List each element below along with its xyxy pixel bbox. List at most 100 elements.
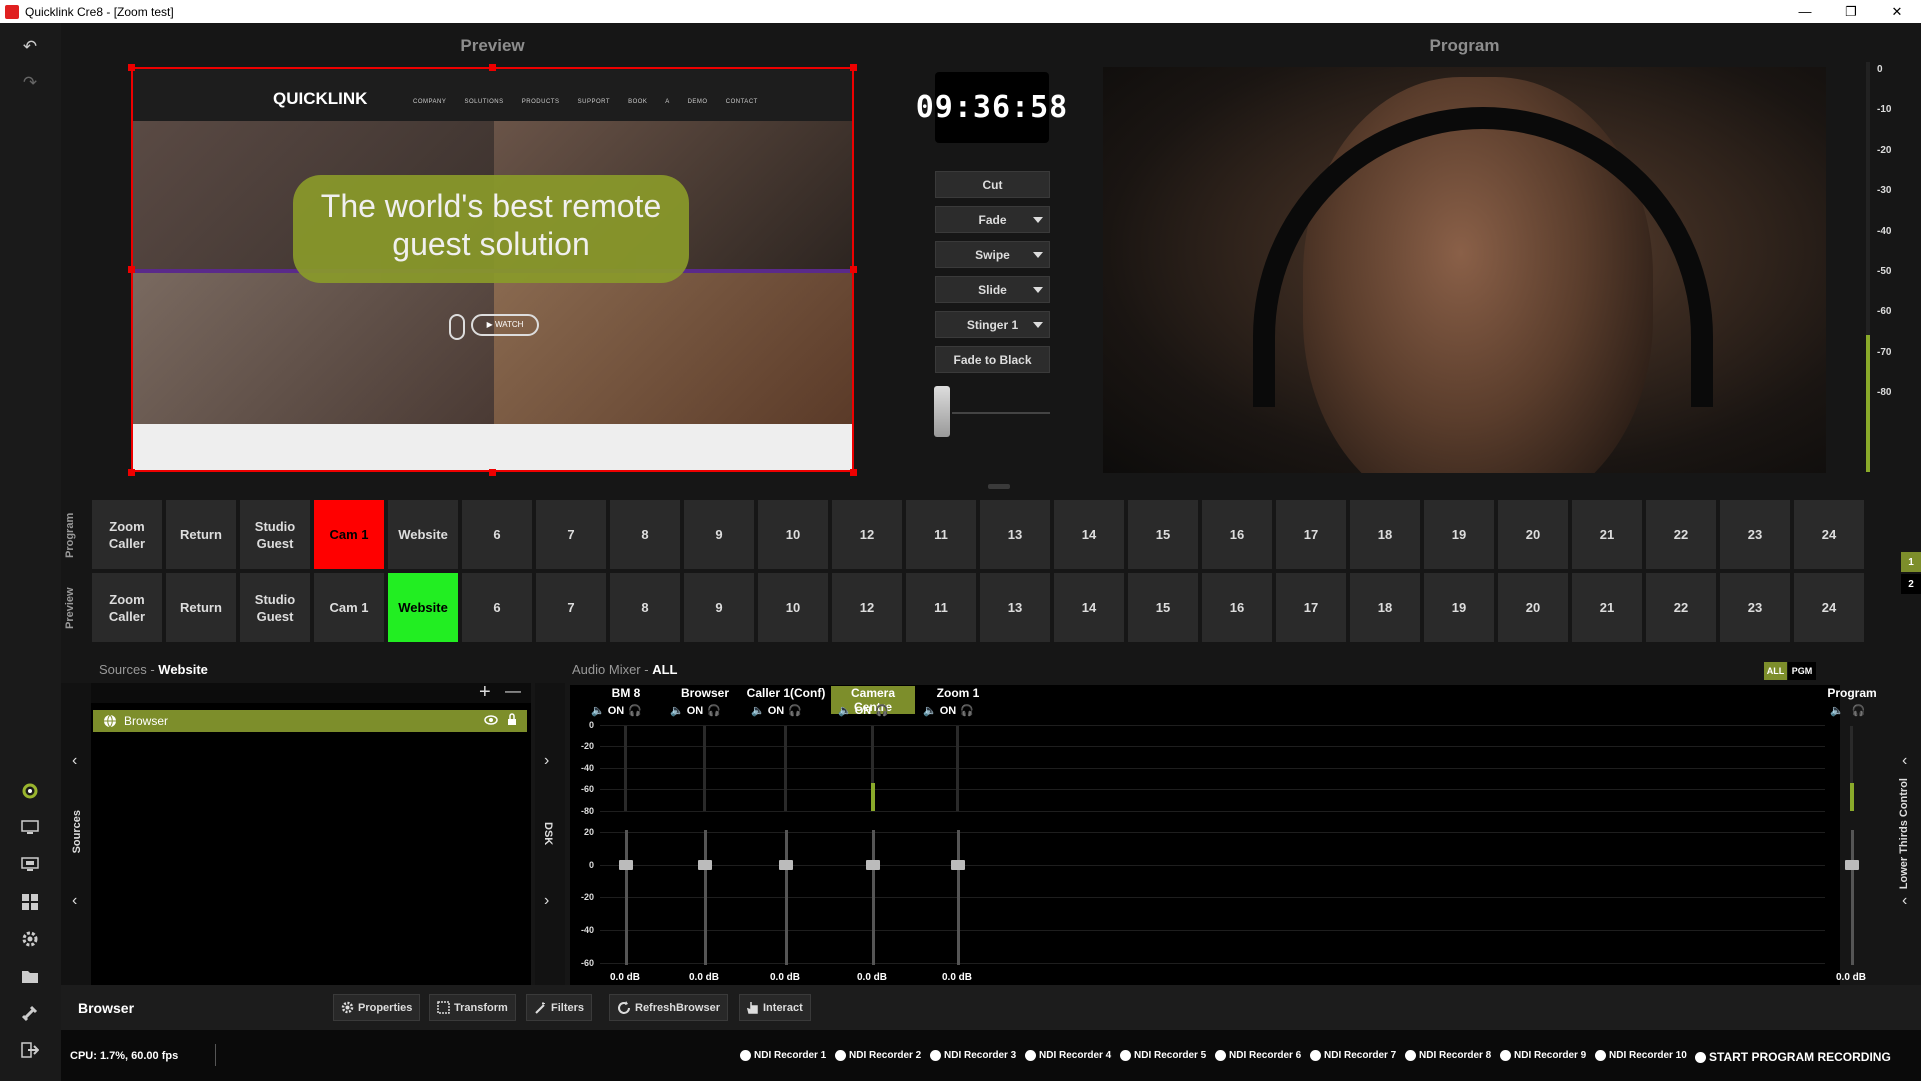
redo-icon[interactable]: ↷ — [18, 71, 42, 95]
source-item[interactable]: Browser — [93, 710, 527, 732]
headphones-icon[interactable]: 🎧 — [788, 705, 802, 717]
program-source-button[interactable]: 13 — [980, 500, 1050, 569]
program-source-button[interactable]: 16 — [1202, 500, 1272, 569]
quicklink-icon[interactable] — [18, 779, 42, 803]
resize-handle[interactable] — [128, 266, 135, 273]
maximize-button[interactable]: ❐ — [1828, 0, 1874, 23]
preview-source-button[interactable]: 10 — [758, 573, 828, 642]
preview-source-button[interactable]: Return — [166, 573, 236, 642]
volume-fader-knob[interactable] — [619, 860, 633, 870]
speaker-icon[interactable]: 🔈 — [751, 705, 765, 717]
interact-button[interactable]: Interact — [739, 994, 811, 1021]
speaker-icon[interactable]: 🔈 — [923, 705, 937, 717]
resize-handle[interactable] — [850, 266, 857, 273]
grid-page-1-button[interactable]: 1 — [1901, 552, 1921, 572]
preview-source-button[interactable]: 7 — [536, 573, 606, 642]
program-source-button[interactable]: Studio Guest — [240, 500, 310, 569]
resize-handle[interactable] — [489, 64, 496, 71]
fade-to-black-button[interactable]: Fade to Black — [935, 346, 1050, 373]
program-source-button[interactable]: 23 — [1720, 500, 1790, 569]
audio-tab-pgm[interactable]: PGM — [1788, 662, 1816, 680]
collapse-left-icon[interactable]: ‹ — [1902, 892, 1907, 910]
expand-right-icon[interactable]: › — [544, 892, 549, 910]
resize-handle[interactable] — [128, 469, 135, 476]
volume-fader-knob[interactable] — [698, 860, 712, 870]
program-source-button[interactable]: Website — [388, 500, 458, 569]
program-source-button[interactable]: 12 — [832, 500, 902, 569]
audio-tab-all[interactable]: ALL — [1764, 662, 1787, 680]
program-source-button[interactable]: 17 — [1276, 500, 1346, 569]
program-source-button[interactable]: 19 — [1424, 500, 1494, 569]
program-source-button[interactable]: 10 — [758, 500, 828, 569]
exit-icon[interactable] — [18, 1038, 42, 1062]
preview-source-button[interactable]: 22 — [1646, 573, 1716, 642]
dropdown-arrow-icon[interactable] — [1033, 322, 1043, 328]
ndi-recorder-toggle[interactable]: NDI Recorder 1 — [740, 1050, 826, 1061]
preview-source-button[interactable]: 15 — [1128, 573, 1198, 642]
properties-button[interactable]: Properties — [333, 994, 421, 1021]
fade-button[interactable]: Fade — [935, 206, 1050, 233]
slide-button[interactable]: Slide — [935, 276, 1050, 303]
preview-source-button[interactable]: 11 — [906, 573, 976, 642]
watch-button[interactable]: ▶ WATCH — [471, 314, 539, 336]
preview-source-button[interactable]: 8 — [610, 573, 680, 642]
headphones-icon[interactable]: 🎧 — [707, 705, 721, 717]
preview-source-button[interactable]: 13 — [980, 573, 1050, 642]
speaker-icon[interactable]: 🔈 — [591, 705, 605, 717]
ndi-recorder-toggle[interactable]: NDI Recorder 3 — [930, 1050, 1016, 1061]
program-source-button[interactable]: 24 — [1794, 500, 1864, 569]
filters-button[interactable]: Filters — [526, 994, 593, 1021]
ndi-recorder-toggle[interactable]: NDI Recorder 9 — [1500, 1050, 1586, 1061]
dropdown-arrow-icon[interactable] — [1033, 287, 1043, 293]
preview-source-button[interactable]: 12 — [832, 573, 902, 642]
preview-source-button[interactable]: 14 — [1054, 573, 1124, 642]
program-source-button[interactable]: 20 — [1498, 500, 1568, 569]
preview-source-button[interactable]: Studio Guest — [240, 573, 310, 642]
settings-gear-icon[interactable] — [18, 927, 42, 951]
resize-handle[interactable] — [850, 469, 857, 476]
headphones-icon[interactable]: 🎧 — [960, 705, 974, 717]
mute-toggle[interactable]: ON — [608, 705, 625, 717]
mute-toggle[interactable]: ON — [940, 705, 957, 717]
grid-page-2-button[interactable]: 2 — [1901, 574, 1921, 594]
volume-fader-knob[interactable] — [866, 860, 880, 870]
program-source-button[interactable]: Return — [166, 500, 236, 569]
expand-right-icon[interactable]: › — [544, 752, 549, 770]
lock-icon[interactable] — [507, 713, 517, 729]
program-source-button[interactable]: 18 — [1350, 500, 1420, 569]
preview-source-button[interactable]: 18 — [1350, 573, 1420, 642]
ndi-recorder-toggle[interactable]: NDI Recorder 8 — [1405, 1050, 1491, 1061]
dropdown-arrow-icon[interactable] — [1033, 252, 1043, 258]
tbar-handle[interactable] — [934, 386, 950, 437]
refresh-browser-button[interactable]: RefreshBrowser — [609, 994, 728, 1021]
program-source-button[interactable]: 22 — [1646, 500, 1716, 569]
speaker-icon[interactable]: 🔈 — [838, 705, 852, 717]
add-source-button[interactable]: + — [479, 681, 491, 704]
program-source-button[interactable]: Zoom Caller — [92, 500, 162, 569]
mute-toggle[interactable]: ON — [855, 705, 872, 717]
preview-source-button[interactable]: 20 — [1498, 573, 1568, 642]
cut-button[interactable]: Cut — [935, 171, 1050, 198]
headphones-icon[interactable]: 🎧 — [628, 705, 642, 717]
program-source-button[interactable]: 9 — [684, 500, 754, 569]
preview-source-button[interactable]: 23 — [1720, 573, 1790, 642]
multiview-icon[interactable] — [18, 853, 42, 877]
mute-toggle[interactable]: ON — [687, 705, 704, 717]
speaker-icon[interactable]: 🔈 — [1830, 705, 1844, 717]
minimize-button[interactable]: — — [1782, 0, 1828, 23]
headphones-icon[interactable]: 🎧 — [875, 705, 889, 717]
splitter-handle[interactable] — [988, 484, 1010, 489]
program-source-button[interactable]: 14 — [1054, 500, 1124, 569]
preview-source-button[interactable]: 6 — [462, 573, 532, 642]
ndi-recorder-toggle[interactable]: NDI Recorder 7 — [1310, 1050, 1396, 1061]
mute-toggle[interactable]: ON — [768, 705, 785, 717]
preview-source-button[interactable]: Website — [388, 573, 458, 642]
program-source-button[interactable]: 15 — [1128, 500, 1198, 569]
program-fader-knob[interactable] — [1845, 860, 1859, 870]
collapse-left-icon[interactable]: ‹ — [72, 752, 77, 770]
stinger-button[interactable]: Stinger 1 — [935, 311, 1050, 338]
layout-grid-icon[interactable] — [18, 890, 42, 914]
headphones-icon[interactable]: 🎧 — [1852, 705, 1866, 717]
undo-icon[interactable]: ↶ — [18, 35, 42, 59]
program-source-button[interactable]: 11 — [906, 500, 976, 569]
